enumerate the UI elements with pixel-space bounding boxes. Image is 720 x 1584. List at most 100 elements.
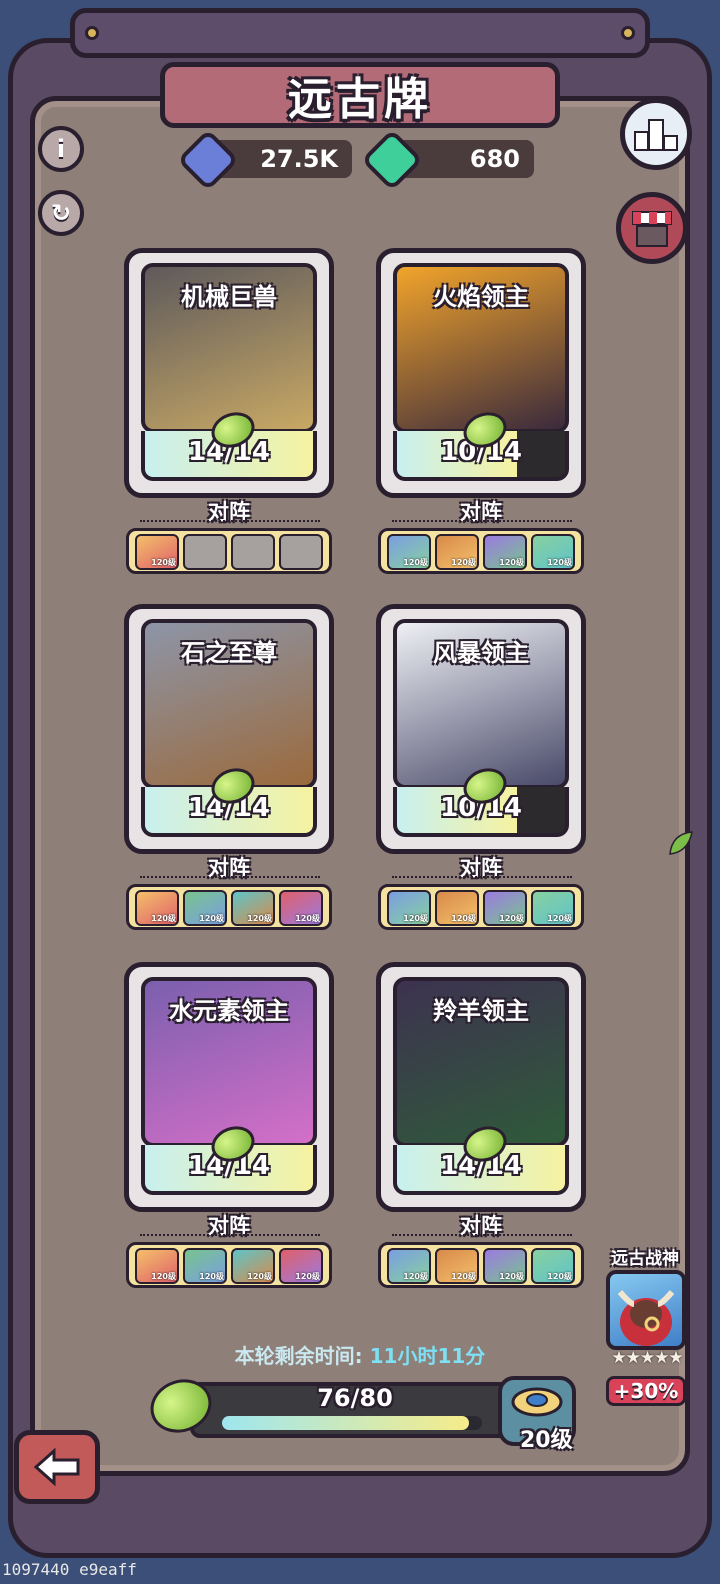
timer-label: 本轮剩余时间: bbox=[234, 1344, 363, 1368]
empty-hero-slot[interactable] bbox=[279, 534, 323, 570]
watermark: 1097440 e9eaff bbox=[2, 1560, 137, 1579]
boss-art: 火焰领主 bbox=[393, 263, 569, 433]
divider bbox=[140, 520, 320, 522]
resource-value: 680 bbox=[469, 145, 520, 173]
hero-avatar[interactable]: 120级 bbox=[231, 890, 275, 926]
hero-level: 120级 bbox=[403, 558, 428, 567]
timer-value: 11小时11分 bbox=[369, 1344, 486, 1368]
hero-level: 120级 bbox=[547, 1272, 572, 1281]
divider bbox=[140, 1234, 320, 1236]
enemy-lineup[interactable]: 120级 120级 120级 120级 bbox=[126, 884, 332, 930]
hero-level: 120级 bbox=[151, 914, 176, 923]
hero-avatar[interactable]: 120级 bbox=[279, 1248, 323, 1284]
xp-track bbox=[222, 1416, 482, 1430]
boss-card[interactable]: 羚羊领主 14/14 bbox=[376, 962, 586, 1212]
boss-name: 羚羊领主 bbox=[433, 997, 529, 1025]
hero-level: 120级 bbox=[295, 914, 320, 923]
war-god-portrait[interactable] bbox=[606, 1270, 686, 1350]
hero-level: 120级 bbox=[199, 914, 224, 923]
hero-level: 120级 bbox=[499, 914, 524, 923]
back-arrow-icon bbox=[33, 1447, 80, 1487]
boss-art: 机械巨兽 bbox=[141, 263, 317, 433]
enemy-lineup[interactable]: 120级 bbox=[126, 528, 332, 574]
boss-art: 石之至尊 bbox=[141, 619, 317, 789]
enemy-lineup[interactable]: 120级 120级 120级 120级 bbox=[378, 884, 584, 930]
enemy-lineup[interactable]: 120级 120级 120级 120级 bbox=[126, 1242, 332, 1288]
divider bbox=[140, 876, 320, 878]
top-bar bbox=[70, 8, 650, 58]
shop-icon bbox=[632, 211, 672, 247]
boss-card[interactable]: 水元素领主 14/14 bbox=[124, 962, 334, 1212]
hero-avatar[interactable]: 120级 bbox=[483, 534, 527, 570]
hero-level: 120级 bbox=[403, 1272, 428, 1281]
hero-avatar[interactable]: 120级 bbox=[387, 1248, 431, 1284]
level-text: 20级 bbox=[520, 1428, 573, 1453]
rivet-icon bbox=[85, 26, 99, 40]
hero-level: 120级 bbox=[451, 1272, 476, 1281]
empty-hero-slot[interactable] bbox=[183, 534, 227, 570]
hero-avatar[interactable]: 120级 bbox=[183, 1248, 227, 1284]
star-rating: ★★★★★ bbox=[611, 1348, 683, 1368]
hero-avatar[interactable]: 120级 bbox=[435, 534, 479, 570]
boss-art: 水元素领主 bbox=[141, 977, 317, 1147]
resource-value: 27.5K bbox=[260, 145, 338, 173]
podium-icon bbox=[634, 119, 678, 151]
divider bbox=[392, 520, 572, 522]
hero-avatar[interactable]: 120级 bbox=[483, 1248, 527, 1284]
hero-avatar[interactable]: 120级 bbox=[135, 1248, 179, 1284]
hero-avatar[interactable]: 120级 bbox=[183, 890, 227, 926]
ranking-button[interactable] bbox=[620, 98, 692, 170]
god-label: 远古战神 bbox=[611, 1249, 679, 1269]
boss-art: 风暴领主 bbox=[393, 619, 569, 789]
back-button[interactable] bbox=[14, 1430, 100, 1504]
hero-avatar[interactable]: 120级 bbox=[279, 890, 323, 926]
page-title: 远古牌 bbox=[288, 74, 432, 125]
empty-hero-slot[interactable] bbox=[231, 534, 275, 570]
xp-bar: 76/80 bbox=[190, 1382, 520, 1438]
hero-avatar[interactable]: 120级 bbox=[135, 890, 179, 926]
hero-level: 120级 bbox=[547, 914, 572, 923]
boss-name: 风暴领主 bbox=[433, 639, 529, 667]
boss-name: 水元素领主 bbox=[169, 997, 289, 1025]
bonus-badge: +30% bbox=[606, 1376, 686, 1406]
hero-level: 120级 bbox=[295, 1272, 320, 1281]
shop-button[interactable] bbox=[616, 192, 688, 264]
hero-avatar[interactable]: 120级 bbox=[387, 890, 431, 926]
hero-level: 120级 bbox=[499, 1272, 524, 1281]
hero-level: 120级 bbox=[451, 558, 476, 567]
hero-avatar[interactable]: 120级 bbox=[531, 890, 575, 926]
boss-card[interactable]: 机械巨兽 14/14 bbox=[124, 248, 334, 498]
hero-level: 120级 bbox=[247, 1272, 272, 1281]
boss-art: 羚羊领主 bbox=[393, 977, 569, 1147]
refresh-button[interactable]: ↻ bbox=[38, 190, 84, 236]
hero-level: 120级 bbox=[547, 558, 572, 567]
leaf-icon bbox=[669, 831, 693, 855]
boss-name: 石之至尊 bbox=[181, 639, 277, 667]
helmet-icon bbox=[511, 1387, 563, 1417]
hero-avatar[interactable]: 120级 bbox=[531, 534, 575, 570]
xp-text: 76/80 bbox=[317, 1384, 393, 1412]
boss-card[interactable]: 火焰领主 10/14 bbox=[376, 248, 586, 498]
info-button[interactable]: i bbox=[38, 126, 84, 172]
hero-avatar[interactable]: 120级 bbox=[435, 890, 479, 926]
hero-level: 120级 bbox=[151, 1272, 176, 1281]
boss-name: 火焰领主 bbox=[433, 283, 529, 311]
hero-avatar[interactable]: 120级 bbox=[435, 1248, 479, 1284]
divider bbox=[392, 876, 572, 878]
hero-avatar[interactable]: 120级 bbox=[531, 1248, 575, 1284]
bull-hero-icon bbox=[617, 1290, 675, 1346]
boss-card[interactable]: 石之至尊 14/14 bbox=[124, 604, 334, 854]
hero-level: 120级 bbox=[199, 1272, 224, 1281]
hero-avatar[interactable]: 120级 bbox=[483, 890, 527, 926]
hero-level: 120级 bbox=[451, 914, 476, 923]
hero-level: 120级 bbox=[151, 558, 176, 567]
hero-avatar[interactable]: 120级 bbox=[135, 534, 179, 570]
hero-level: 120级 bbox=[499, 558, 524, 567]
hero-avatar[interactable]: 120级 bbox=[231, 1248, 275, 1284]
hero-level: 120级 bbox=[247, 914, 272, 923]
hero-avatar[interactable]: 120级 bbox=[387, 534, 431, 570]
enemy-lineup[interactable]: 120级 120级 120级 120级 bbox=[378, 1242, 584, 1288]
enemy-lineup[interactable]: 120级 120级 120级 120级 bbox=[378, 528, 584, 574]
boss-card[interactable]: 风暴领主 10/14 bbox=[376, 604, 586, 854]
divider bbox=[392, 1234, 572, 1236]
